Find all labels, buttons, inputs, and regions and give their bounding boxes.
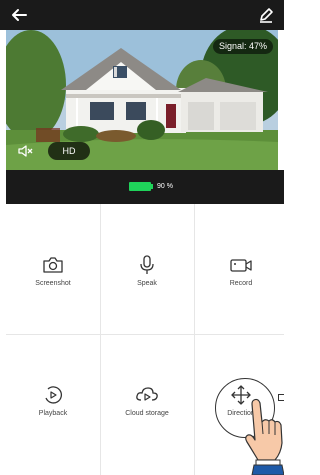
- speak-label: Speak: [137, 280, 157, 287]
- top-bar: [0, 0, 284, 30]
- playback-icon: [45, 386, 63, 404]
- playback-label: Playback: [38, 410, 68, 417]
- cloud-play-icon: [136, 387, 158, 401]
- speaker-muted-icon[interactable]: [17, 143, 35, 159]
- playback-button[interactable]: Playback: [6, 334, 100, 464]
- screenshot-label: Screenshot: [35, 280, 71, 287]
- battery-tip: [151, 184, 153, 189]
- microphone-icon: [140, 255, 154, 274]
- status-bar: 90 %: [6, 170, 284, 204]
- quality-toggle-button[interactable]: HD: [48, 142, 90, 160]
- camera-icon: [43, 257, 63, 273]
- camera-video-feed[interactable]: Signal: 47% HD: [6, 30, 278, 170]
- battery-level-text: 90 %: [157, 183, 173, 190]
- pencil-icon[interactable]: [257, 6, 275, 24]
- pointing-hand-icon: [245, 398, 284, 475]
- record-label: Record: [229, 280, 253, 287]
- speak-button[interactable]: Speak: [100, 204, 194, 334]
- signal-strength-label: Signal: 47%: [212, 39, 273, 54]
- screenshot-button[interactable]: Screenshot: [6, 204, 100, 334]
- record-button[interactable]: Record: [194, 204, 288, 334]
- cloud-storage-button[interactable]: Cloud storage: [100, 334, 194, 464]
- cloud-storage-label: Cloud storage: [125, 410, 169, 417]
- video-camera-icon: [230, 259, 252, 272]
- battery-icon: [129, 182, 151, 191]
- arrow-left-icon[interactable]: [8, 6, 30, 24]
